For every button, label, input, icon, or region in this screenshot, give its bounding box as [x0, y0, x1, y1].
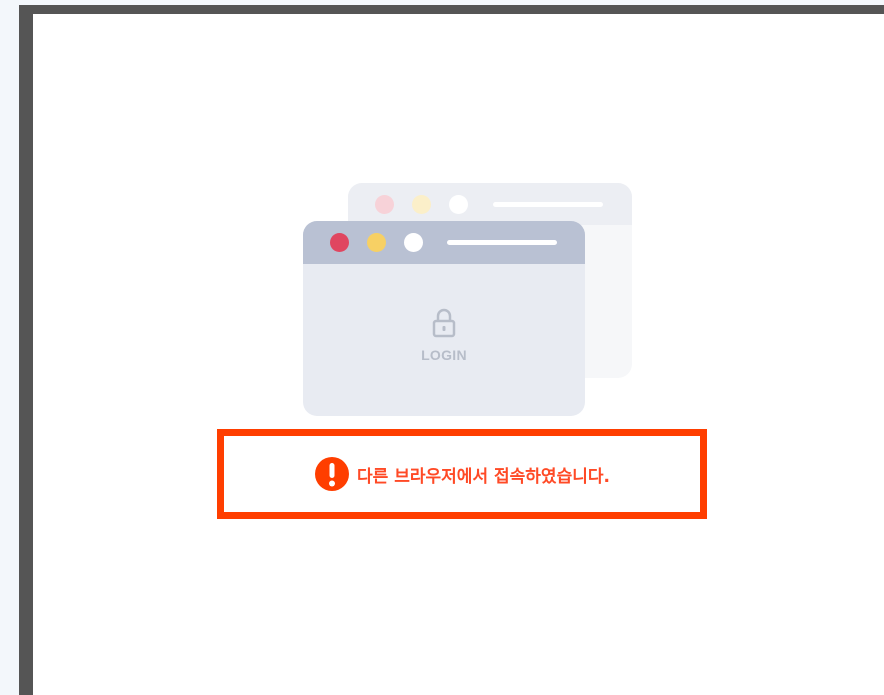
white-dot-icon — [404, 233, 423, 252]
lock-icon — [432, 308, 456, 338]
login-label: LOGIN — [421, 347, 467, 363]
left-background-strip — [0, 0, 19, 695]
yellow-dot-icon — [412, 195, 431, 214]
error-message-highlight: 다른 브라우저에서 접속하였습니다. — [217, 429, 707, 519]
white-dot-icon — [449, 195, 468, 214]
alert-icon — [315, 457, 350, 491]
red-dot-icon — [375, 195, 394, 214]
background-window-titlebar — [348, 183, 632, 225]
address-bar-line — [447, 240, 557, 245]
foreground-browser-window-illustration: LOGIN — [303, 221, 585, 416]
error-message-text: 다른 브라우저에서 접속하였습니다. — [357, 466, 610, 487]
red-dot-icon — [330, 233, 349, 252]
error-message: 다른 브라우저에서 접속하였습니다. — [314, 456, 610, 492]
foreground-window-titlebar — [303, 221, 585, 264]
window-frame: LOGIN 다른 브라우저에서 접속하였습니다. — [19, 5, 884, 695]
yellow-dot-icon — [367, 233, 386, 252]
address-bar-line — [493, 202, 603, 207]
content-panel: LOGIN 다른 브라우저에서 접속하였습니다. — [33, 14, 884, 695]
